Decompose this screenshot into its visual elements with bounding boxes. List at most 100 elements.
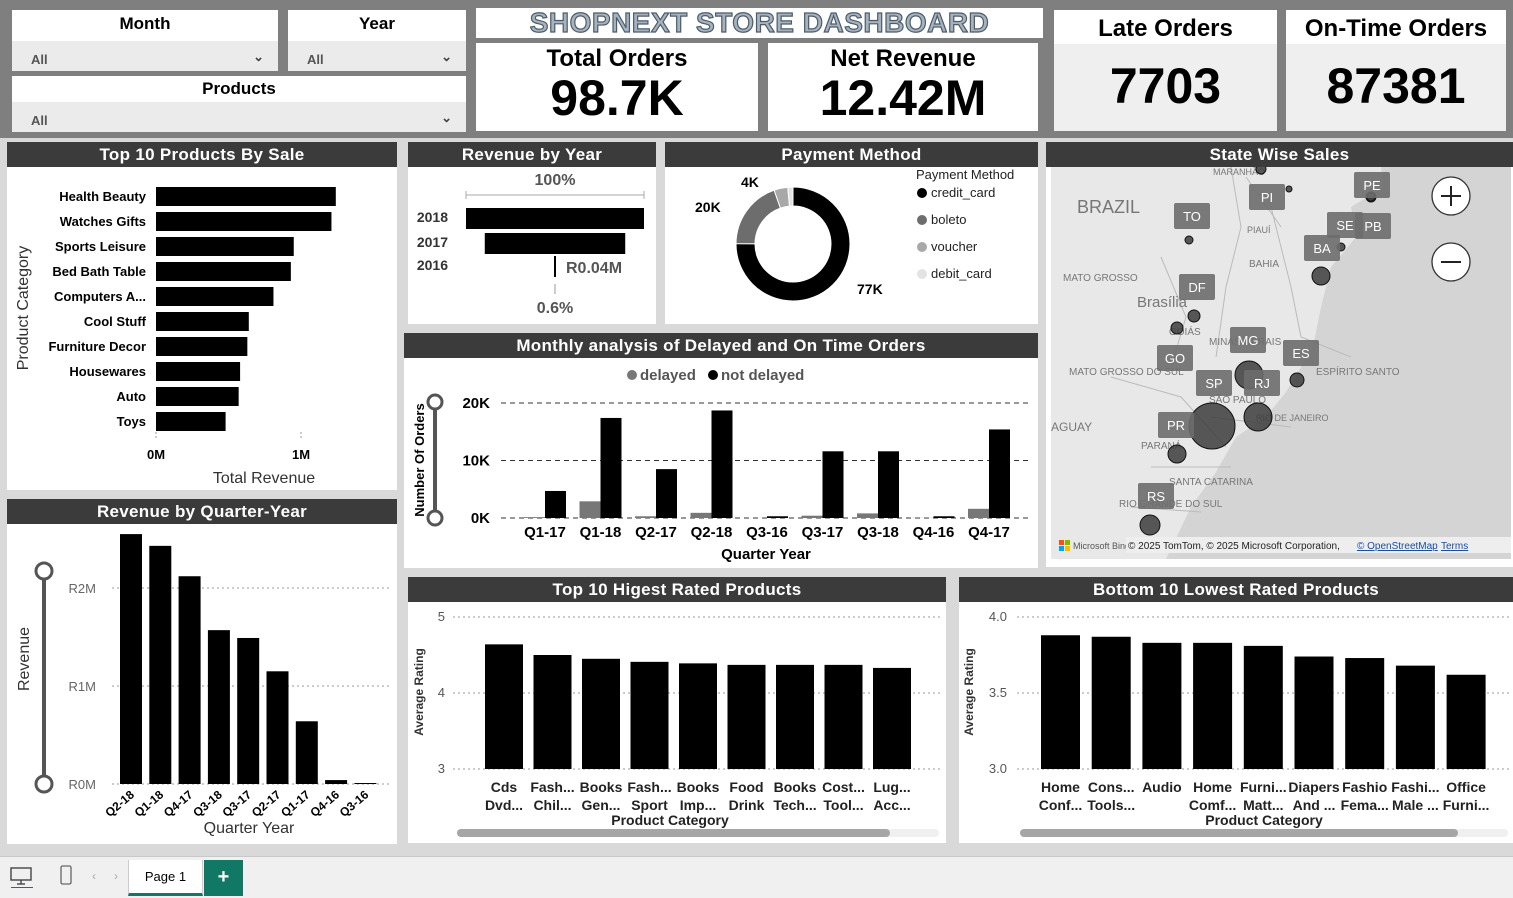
scrollbar-thumb[interactable] xyxy=(1020,829,1458,837)
desktop-view-icon[interactable] xyxy=(9,864,35,888)
monthly-orders-panel: Monthly analysis of Delayed and On Time … xyxy=(404,333,1038,568)
legend-item: debit_card xyxy=(931,266,992,281)
x-tick-label: Tools... xyxy=(1087,797,1135,813)
x-tick-label: Tool... xyxy=(823,797,863,813)
category-label: Computers A... xyxy=(54,289,146,304)
net-revenue-value: 12.42M xyxy=(819,70,987,126)
bar-delayed xyxy=(635,516,656,518)
products-dropdown[interactable]: All ⌄ xyxy=(12,102,466,132)
x-tick-label: Cds xyxy=(491,779,518,795)
bar xyxy=(1193,642,1233,769)
year-slicer[interactable]: Year All ⌄ xyxy=(288,10,466,71)
state-sales-map[interactable]: BRAZILMATO GROSSOBrasíliaBAHIAMATO GROSS… xyxy=(1051,167,1511,559)
x-tick-label: Q4-17 xyxy=(161,787,196,819)
data-label: 4K xyxy=(741,174,759,190)
state-label: GO xyxy=(1165,351,1185,366)
category-label: Auto xyxy=(116,389,146,404)
bar xyxy=(1243,645,1283,769)
x-tick-label: Male ... xyxy=(1392,797,1439,813)
category-label: Watches Gifts xyxy=(60,214,146,229)
bar xyxy=(156,262,291,281)
year-dropdown[interactable]: All ⌄ xyxy=(288,41,466,71)
page-tab-bar: ‹ › Page 1 + xyxy=(0,856,1513,898)
bar xyxy=(295,721,318,784)
legend-title: Payment Method xyxy=(916,167,1014,182)
category-label: Furniture Decor xyxy=(48,339,146,354)
prev-page-icon[interactable]: ‹ xyxy=(92,869,96,883)
x-axis-title: Quarter Year xyxy=(204,820,295,837)
state-label: SP xyxy=(1205,376,1222,391)
top-rated-chart: 3 4 5 Average Rating Cds Dvd... Fash... Chil...… xyxy=(412,609,943,837)
products-slicer-label: Products xyxy=(202,79,276,98)
y-axis-title: Average Rating xyxy=(962,648,976,736)
year-label: 2017 xyxy=(417,234,448,250)
map-label: BAHIA xyxy=(1249,259,1279,270)
y-tick-label: 10K xyxy=(462,453,490,470)
range-slider-handle[interactable] xyxy=(34,561,54,581)
x-tick-label: Q1-17 xyxy=(278,787,313,819)
bar-not-delayed xyxy=(767,516,788,518)
terms-link[interactable]: Terms xyxy=(1441,541,1468,552)
x-tick-label: Q3-18 xyxy=(857,524,899,541)
bar xyxy=(824,664,863,769)
bar xyxy=(533,655,572,769)
bar xyxy=(120,534,142,784)
y-tick-label: 3.0 xyxy=(989,761,1007,776)
tab-page-1[interactable]: Page 1 xyxy=(128,860,203,896)
range-slider-handle[interactable] xyxy=(34,774,54,794)
bar-delayed xyxy=(524,517,545,518)
total-orders-card: Total Orders 98.7K xyxy=(476,43,758,131)
microsoft-logo xyxy=(1059,546,1064,551)
x-tick-label: Q3-16 xyxy=(746,524,788,541)
x-tick-label: Fashi... xyxy=(1391,779,1439,795)
pie-slice xyxy=(735,189,782,245)
monthly-orders-chart: delayed not delayed 0K 10K 20K Number Of Orde… xyxy=(412,367,1029,563)
sales-bubble xyxy=(1167,444,1187,464)
category-label: Sports Leisure xyxy=(55,239,146,254)
x-tick-label: Q4-16 xyxy=(307,787,342,819)
x-tick-label: Food xyxy=(729,779,763,795)
category-label: Housewares xyxy=(69,364,146,379)
x-tick-label: Q4-16 xyxy=(913,524,955,541)
scrollbar-thumb[interactable] xyxy=(457,829,890,837)
legend-item: boleto xyxy=(931,212,966,227)
bar-not-delayed xyxy=(656,469,677,518)
bar-delayed xyxy=(579,501,601,518)
bar xyxy=(156,237,294,256)
on-time-orders-label: On-Time Orders xyxy=(1286,10,1506,44)
microsoft-logo xyxy=(1059,540,1064,545)
bar xyxy=(582,658,620,769)
mobile-view-icon[interactable] xyxy=(58,864,74,888)
revenue-by-year-chart: 100% 2018 2017 2016 R0.04M 0.6% xyxy=(417,172,645,317)
x-tick-label: Books xyxy=(677,779,720,795)
openstreetmap-link[interactable]: © OpenStreetMap xyxy=(1357,541,1438,552)
bar xyxy=(149,545,172,784)
products-dropdown-value: All xyxy=(31,113,48,128)
bar xyxy=(237,637,260,784)
x-tick-label: 1M xyxy=(292,447,310,462)
add-page-button[interactable]: + xyxy=(204,860,243,896)
revenue-by-quarter-chart: R0MR1MR2MRevenueQ2-18Q1-18Q4-17Q3-18Q3-1… xyxy=(16,534,392,837)
dashboard-title: SHOPNEXT STORE DASHBOARD xyxy=(529,7,990,38)
month-dropdown[interactable]: All ⌄ xyxy=(12,41,278,71)
next-page-icon[interactable]: › xyxy=(114,869,118,883)
bar xyxy=(630,661,669,769)
bar-delayed xyxy=(690,512,712,518)
month-slicer[interactable]: Month All ⌄ xyxy=(12,10,278,71)
sales-bubble xyxy=(1243,402,1273,432)
net-revenue-label: Net Revenue xyxy=(830,45,976,72)
products-slicer[interactable]: Products All ⌄ xyxy=(12,76,466,132)
x-tick-label: Matt... xyxy=(1243,797,1283,813)
range-slider-handle[interactable] xyxy=(426,509,444,527)
y-tick-label: 4.0 xyxy=(989,609,1007,624)
range-slider-handle[interactable] xyxy=(426,393,444,411)
top-rated-panel: Top 10 Higest Rated Products 3 4 5 Average … xyxy=(408,577,946,843)
bar xyxy=(266,671,289,784)
bar xyxy=(156,337,248,356)
x-tick-label: Q2-17 xyxy=(635,524,677,541)
sales-bubble xyxy=(1139,514,1161,536)
state-sales-panel: State Wise Sales BRAZIL MATO GROSSO Brasíl… xyxy=(1046,142,1513,567)
sales-bubble xyxy=(1187,309,1201,323)
bar-not-delayed xyxy=(711,410,733,518)
state-label: SE xyxy=(1336,218,1354,233)
